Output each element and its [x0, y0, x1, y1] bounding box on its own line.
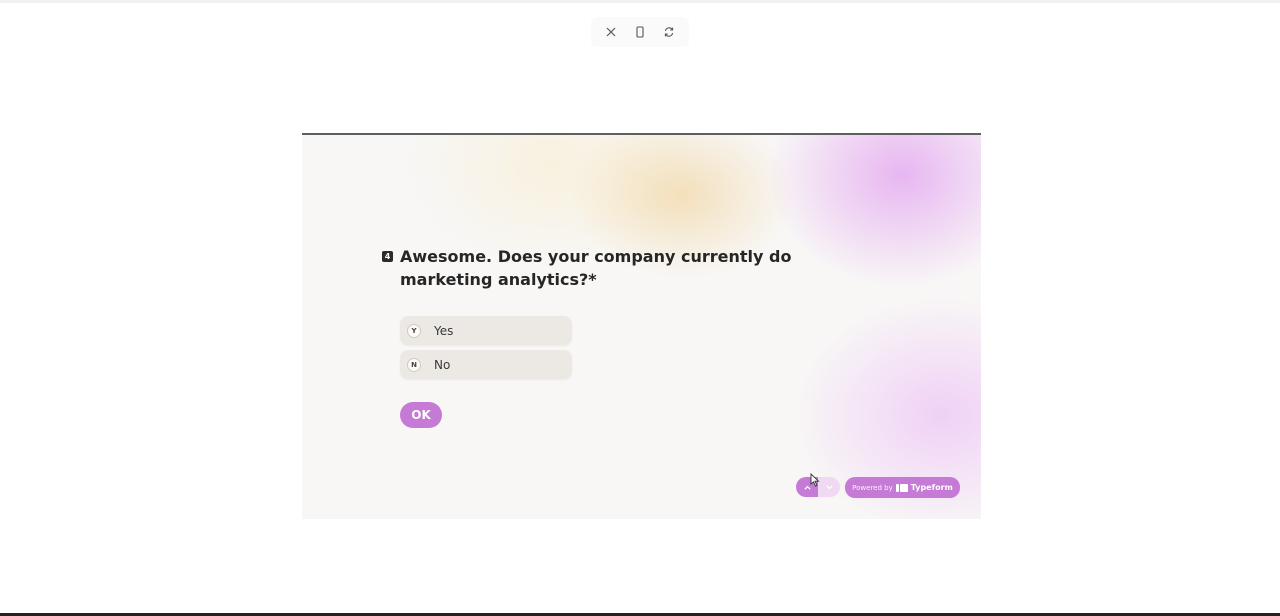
choice-label: No: [434, 357, 451, 372]
typeform-logo-icon: [895, 483, 908, 492]
powered-by-badge[interactable]: Powered by Typeform: [845, 477, 960, 498]
brand-name: Typeform: [910, 483, 953, 492]
preview-toolbar: [591, 17, 689, 47]
chevron-down-icon: [825, 484, 833, 489]
choice-label: Yes: [434, 323, 454, 338]
choice-key-badge: Y: [407, 323, 421, 338]
question-block: 4 Awesome. Does your company currently d…: [382, 245, 852, 291]
top-divider: [0, 0, 1280, 3]
question-title: Awesome. Does your company currently do …: [400, 245, 852, 291]
mouse-cursor-icon: [810, 473, 820, 487]
mobile-device-icon: [636, 26, 644, 38]
refresh-button[interactable]: [656, 19, 682, 45]
close-button[interactable]: [598, 19, 624, 45]
required-marker: *: [588, 270, 597, 289]
form-preview-frame: 4 Awesome. Does your company currently d…: [302, 133, 981, 519]
mobile-view-button[interactable]: [627, 19, 653, 45]
choice-key-badge: N: [407, 357, 421, 372]
choice-yes[interactable]: Y Yes: [400, 316, 572, 345]
next-question-button[interactable]: [818, 477, 840, 497]
ok-button[interactable]: OK: [400, 402, 442, 428]
powered-by-text: Powered by: [852, 483, 893, 492]
question-number-badge: 4: [382, 251, 393, 262]
close-icon: [606, 27, 616, 37]
choice-no[interactable]: N No: [400, 350, 572, 379]
refresh-icon: [664, 27, 673, 37]
